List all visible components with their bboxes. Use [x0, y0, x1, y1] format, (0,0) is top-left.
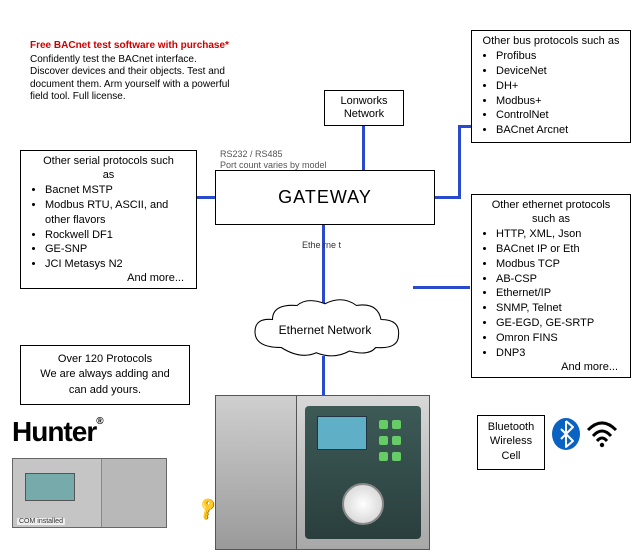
line-bus-out — [435, 196, 459, 199]
rs232-l2: Port count varies by model — [220, 160, 327, 171]
lonworks-box: Lonworks Network — [324, 90, 404, 126]
mini-screen — [25, 473, 75, 501]
list-item: Modbus+ — [496, 94, 624, 109]
promo-headline: Free BACnet test software with purchase* — [30, 40, 230, 53]
list-item: ControlNet — [496, 108, 624, 123]
com-installed-tag: COM installed — [17, 518, 65, 525]
promo-text: Free BACnet test software with purchase*… — [30, 40, 230, 104]
ethernet-label: Ethe rne t — [302, 240, 341, 250]
line-serial — [196, 196, 216, 199]
list-item: SNMP, Telnet — [496, 301, 624, 316]
protocol-count-box: Over 120 Protocols We are always adding … — [20, 345, 190, 405]
line-bus-in — [458, 125, 472, 128]
ethernet-cloud: Ethernet Network — [230, 295, 420, 365]
wifi-icon — [585, 420, 619, 448]
device-buttons — [377, 418, 411, 466]
device-panel — [297, 395, 430, 550]
count-l2: We are always adding and — [25, 367, 185, 382]
list-item: BACnet IP or Eth — [496, 242, 624, 257]
list-item: Modbus RTU, ASCII, and other flavors — [45, 198, 190, 228]
serial-more: And more... — [27, 272, 190, 284]
lonworks-l1: Lonworks — [325, 95, 403, 108]
list-item: JCI Metasys N2 — [45, 257, 190, 272]
count-l3: can add yours. — [25, 383, 185, 398]
bt-l3: Cell — [480, 449, 542, 463]
list-item: Bacnet MSTP — [45, 183, 190, 198]
bt-l1: Bluetooth — [480, 420, 542, 434]
line-bus-v — [458, 125, 461, 199]
list-item: DH+ — [496, 79, 624, 94]
eth-more: And more... — [478, 361, 624, 373]
list-item: Modbus TCP — [496, 257, 624, 272]
serial-title-l1: Other serial protocols such — [27, 155, 190, 167]
wireless-box: Bluetooth Wireless Cell — [477, 415, 545, 470]
promo-body: Confidently test the BACnet interface. D… — [30, 54, 230, 104]
registered-icon: ® — [96, 416, 102, 427]
ethernet-protocols-box: Other ethernet protocols such as HTTP, X… — [471, 194, 631, 378]
bus-protocols-box: Other bus protocols such as Profibus Dev… — [471, 30, 631, 143]
list-item: AB-CSP — [496, 272, 624, 287]
line-ethbox — [413, 286, 470, 289]
eth-title-l1: Other ethernet protocols — [478, 199, 624, 211]
list-item: HTTP, XML, Json — [496, 227, 624, 242]
list-item: Ethernet/IP — [496, 286, 624, 301]
list-item: DeviceNet — [496, 64, 624, 79]
bus-list: Profibus DeviceNet DH+ Modbus+ ControlNe… — [478, 49, 624, 138]
hunter-text: Hunter — [12, 416, 96, 447]
serial-list: Bacnet MSTP Modbus RTU, ASCII, and other… — [27, 183, 190, 272]
wireless-icons — [551, 416, 621, 452]
list-item: Profibus — [496, 49, 624, 64]
serial-protocols-box: Other serial protocols such as Bacnet MS… — [20, 150, 197, 289]
list-item: DNP3 — [496, 346, 624, 361]
line-eth1 — [322, 225, 325, 305]
list-item: Omron FINS — [496, 331, 624, 346]
hunter-logo: Hunter® — [12, 416, 103, 448]
device-dial — [342, 483, 384, 525]
cloud-label: Ethernet Network — [230, 323, 420, 337]
count-l1: Over 120 Protocols — [25, 352, 185, 367]
eth-title-l2: such as — [478, 213, 624, 225]
mini-controller-image: COM installed — [12, 458, 167, 528]
list-item: GE-SNP — [45, 242, 190, 257]
rs232-label: RS232 / RS485 Port count varies by model — [220, 149, 327, 171]
device-door: 🔑 — [215, 395, 297, 550]
device-lcd — [317, 416, 367, 450]
bus-title: Other bus protocols such as — [478, 35, 624, 47]
list-item: GE-EGD, GE-SRTP — [496, 316, 624, 331]
serial-title-l2: as — [27, 169, 190, 181]
key-icon: 🔑 — [194, 495, 222, 523]
gateway-box: GATEWAY — [215, 170, 435, 225]
rs232-l1: RS232 / RS485 — [220, 149, 327, 160]
list-item: BACnet Arcnet — [496, 123, 624, 138]
eth-list: HTTP, XML, Json BACnet IP or Eth Modbus … — [478, 227, 624, 361]
bluetooth-icon — [551, 417, 581, 451]
gateway-label: GATEWAY — [278, 187, 372, 208]
lonworks-l2: Network — [325, 108, 403, 121]
line-lonworks — [362, 126, 365, 170]
bt-l2: Wireless — [480, 434, 542, 448]
main-controller-image: 🔑 — [215, 395, 430, 550]
list-item: Rockwell DF1 — [45, 228, 190, 243]
